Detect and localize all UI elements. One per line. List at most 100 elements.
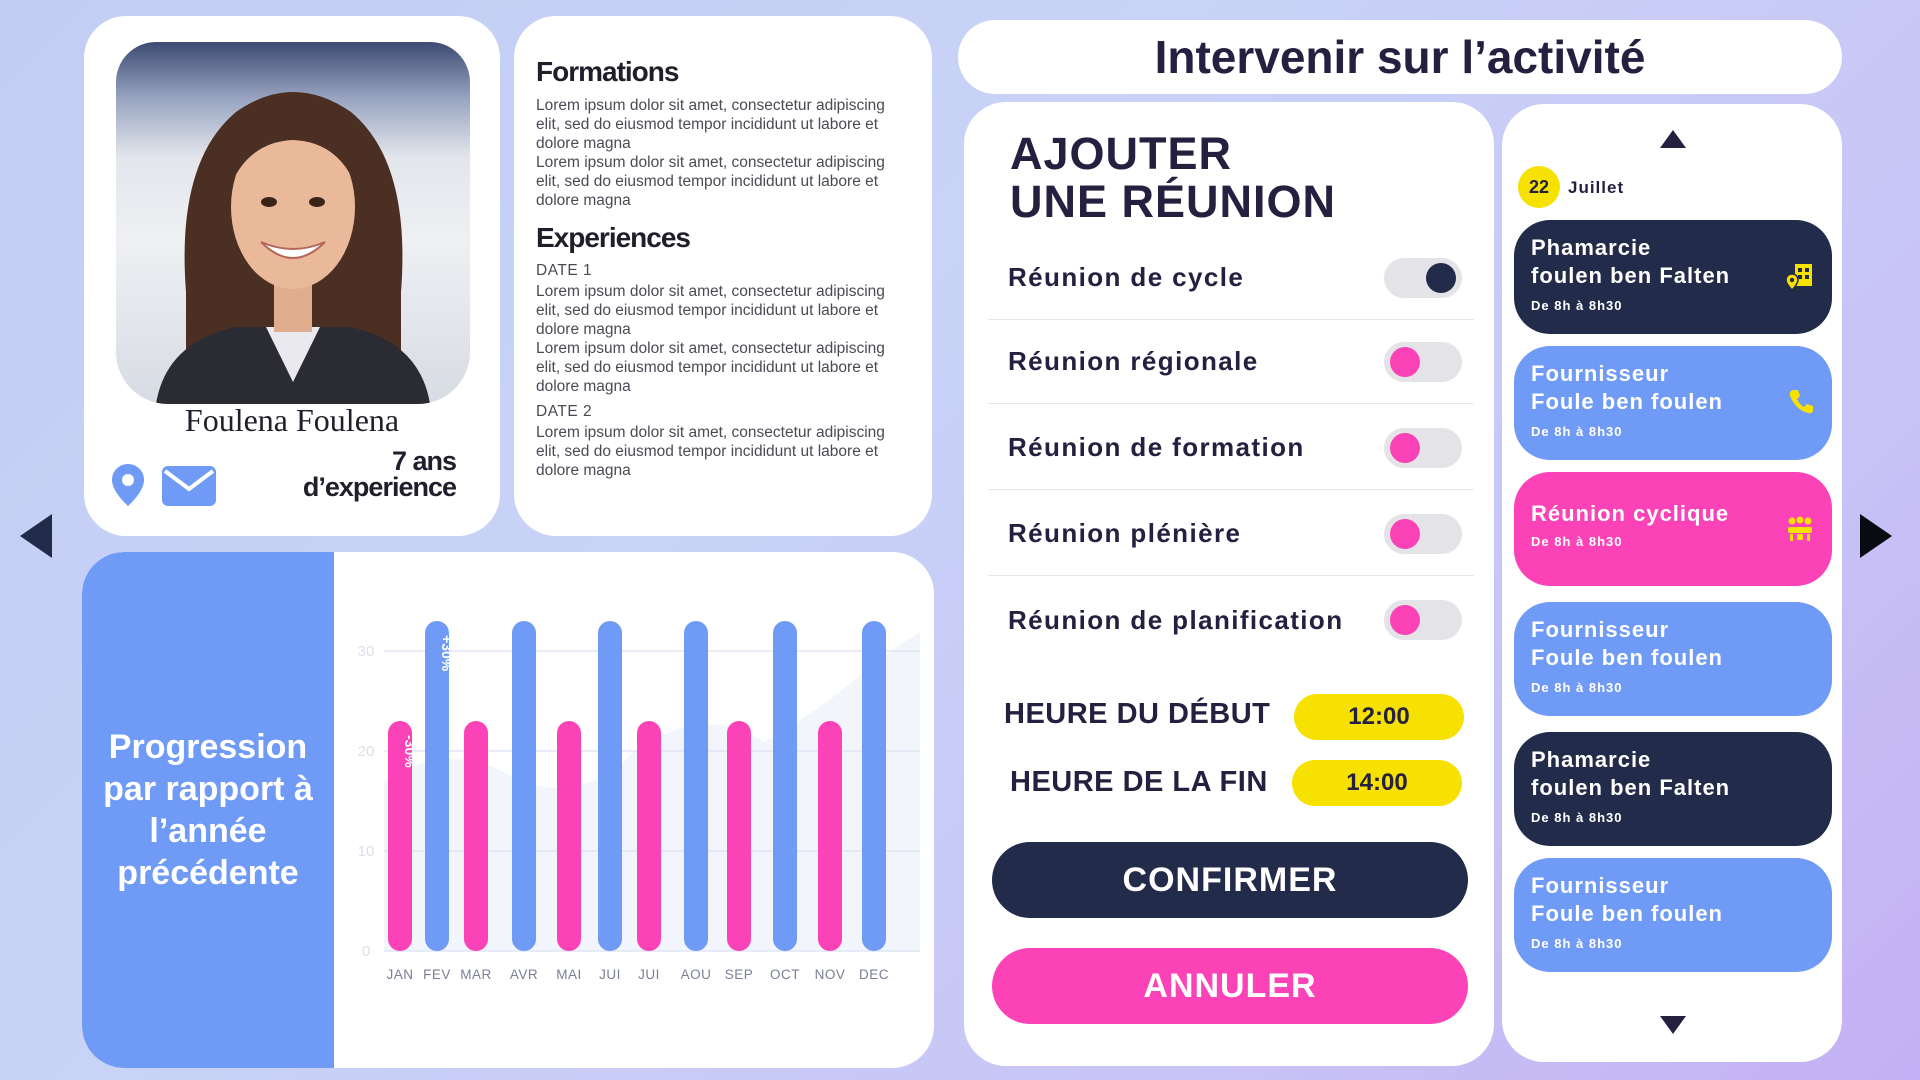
mail-icon[interactable]: [162, 466, 216, 506]
meeting-option-training[interactable]: Réunion de formation: [988, 406, 1474, 490]
meeting-option-label: Réunion régionale: [1008, 346, 1259, 376]
experience-text: Lorem ipsum dolor sit amet, consectetur …: [536, 283, 885, 338]
map-pin-icon: [1786, 264, 1812, 290]
add-meeting-card: AJOUTER UNE RÉUNION Réunion de cycle Réu…: [964, 102, 1494, 1066]
agenda-event[interactable]: Phamarcie foulen ben Falten De 8h à 8h30: [1514, 732, 1832, 846]
location-icon[interactable]: [112, 464, 144, 506]
y-tick-label: 30: [358, 643, 375, 660]
end-time-field[interactable]: 14:00: [1292, 760, 1462, 806]
x-tick-label: SEP: [725, 967, 754, 982]
experience-years: 7 ans d’experience: [302, 446, 457, 502]
cv-card: Formations Lorem ipsum dolor sit amet, c…: [514, 16, 932, 536]
progress-title: Progression par rapport à l’année précéd…: [103, 728, 313, 892]
toggle-switch[interactable]: [1384, 600, 1462, 640]
profile-photo: [116, 42, 470, 404]
meeting-option-label: Réunion de planification: [1008, 604, 1344, 635]
event-subtitle: Foule ben foulen: [1531, 389, 1723, 414]
agenda-event[interactable]: Réunion cyclique De 8h à 8h30: [1514, 472, 1832, 586]
event-subtitle: Foule ben foulen: [1531, 901, 1723, 926]
event-title: Réunion cyclique: [1531, 501, 1730, 526]
toggle-switch[interactable]: [1384, 341, 1462, 382]
x-tick-label: OCT: [770, 967, 800, 982]
chart-bar: [464, 721, 488, 951]
event-title: Phamarcie: [1531, 235, 1652, 260]
event-time: De 8h à 8h30: [1531, 298, 1623, 313]
meeting-icon: [1788, 516, 1812, 541]
meeting-option-regional[interactable]: Réunion régionale: [988, 320, 1474, 404]
bar-annotation: -30%: [402, 735, 418, 768]
month-label: Juillet: [1568, 178, 1625, 197]
toggle-knob: [1390, 518, 1420, 549]
x-tick-label: FEV: [423, 967, 451, 982]
event-subtitle: foulen ben Falten: [1531, 263, 1731, 288]
y-tick-label: 20: [358, 743, 375, 760]
chart-bar: [557, 721, 581, 951]
x-tick-label: MAI: [556, 967, 582, 982]
progress-panel: Progression par rapport à l’année précéd…: [82, 552, 334, 1068]
x-tick-label: JUI: [638, 967, 660, 982]
formations-text: Lorem ipsum dolor sit amet, consectetur …: [536, 97, 885, 152]
progress-chart: 0 10 20 30 JAN FEV MAR AVR MAI JUI JUI AOU SEP OCT NOV…: [358, 621, 920, 982]
chart-bar: [637, 721, 661, 951]
agenda-event[interactable]: Phamarcie foulen ben Falten De 8h à 8h30: [1514, 220, 1832, 334]
chart-bar: [684, 621, 708, 951]
chart-bar: [727, 721, 751, 951]
start-time-label: HEURE DU DÉBUT: [1004, 698, 1271, 730]
toggle-knob: [1390, 605, 1420, 635]
meeting-option-label: Réunion de formation: [1008, 432, 1305, 462]
start-time-field[interactable]: 12:00: [1294, 694, 1464, 740]
day-badge: 22: [1518, 166, 1560, 208]
add-meeting-title-line1: AJOUTER: [1010, 128, 1233, 179]
cancel-button[interactable]: ANNULER: [992, 948, 1468, 1024]
formations-text: Lorem ipsum dolor sit amet, consectetur …: [536, 154, 885, 209]
x-tick-label: JAN: [386, 967, 413, 982]
chart-bar: [773, 621, 797, 951]
chart-bar: [818, 721, 842, 951]
scroll-down-icon[interactable]: [1660, 1016, 1686, 1034]
experiences-title: Experiences: [536, 222, 691, 253]
x-tick-label: JUI: [599, 967, 621, 982]
event-title: Fournisseur: [1531, 617, 1670, 642]
page-header: Intervenir sur l’activité: [958, 20, 1842, 94]
y-tick-label: 0: [362, 943, 370, 960]
next-arrow-icon[interactable]: [1860, 514, 1892, 558]
experience-date: DATE 1: [536, 262, 593, 279]
event-subtitle: foulen ben Falten: [1531, 775, 1731, 800]
meeting-option-plenary[interactable]: Réunion plénière: [988, 492, 1474, 576]
chart-bar: [598, 621, 622, 951]
toggle-knob: [1426, 262, 1456, 293]
event-title: Phamarcie: [1531, 747, 1652, 772]
event-title: Fournisseur: [1531, 361, 1670, 386]
x-tick-label: DEC: [859, 967, 889, 982]
phone-icon: [1789, 390, 1813, 414]
progress-card: Progression par rapport à l’année précéd…: [82, 552, 934, 1068]
confirm-button[interactable]: CONFIRMER: [992, 842, 1468, 918]
meeting-option-label: Réunion de cycle: [1008, 262, 1245, 292]
experience-value: 7 ans: [391, 446, 457, 476]
toggle-switch[interactable]: [1384, 257, 1462, 298]
meeting-option-planning[interactable]: Réunion de planification: [988, 578, 1474, 662]
agenda-event[interactable]: Fournisseur Foule ben foulen De 8h à 8h3…: [1514, 602, 1832, 716]
meeting-option-cycle[interactable]: Réunion de cycle: [988, 236, 1474, 320]
previous-arrow-icon[interactable]: [20, 514, 52, 558]
toggle-switch[interactable]: [1384, 427, 1462, 468]
bar-annotation: +30%: [439, 635, 455, 672]
toggle-knob: [1390, 346, 1420, 377]
x-tick-label: MAR: [460, 967, 492, 982]
event-time: De 8h à 8h30: [1531, 810, 1623, 825]
event-time: De 8h à 8h30: [1531, 680, 1623, 695]
toggle-knob: [1390, 432, 1420, 463]
x-tick-label: AVR: [510, 967, 538, 982]
agenda-event[interactable]: Fournisseur Foule ben foulen De 8h à 8h3…: [1514, 346, 1832, 460]
agenda-event[interactable]: Fournisseur Foule ben foulen De 8h à 8h3…: [1514, 858, 1832, 972]
experience-text: Lorem ipsum dolor sit amet, consectetur …: [536, 424, 885, 479]
agenda-card: 22 Juillet Phamarcie foulen ben Falten D…: [1502, 104, 1842, 1062]
add-meeting-title-line2: UNE RÉUNION: [1010, 176, 1337, 227]
x-tick-label: AOU: [681, 967, 712, 982]
scroll-up-icon[interactable]: [1660, 130, 1686, 148]
event-time: De 8h à 8h30: [1531, 424, 1623, 439]
toggle-switch[interactable]: [1384, 513, 1462, 554]
chart-bar: [862, 621, 886, 951]
meeting-option-label: Réunion plénière: [1008, 518, 1242, 548]
experience-label: d’experience: [302, 472, 457, 502]
